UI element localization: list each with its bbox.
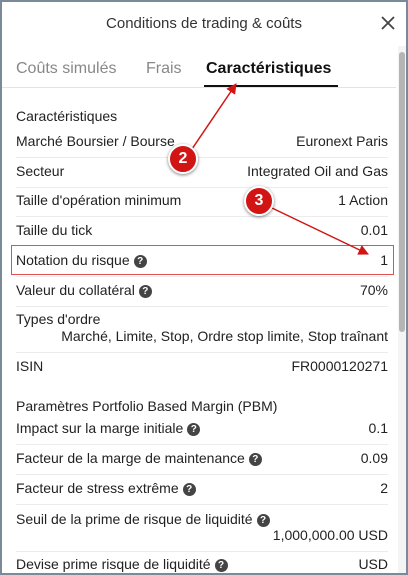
row-min-trade-size: Taille d'opération minimum 1 Action bbox=[16, 189, 388, 211]
row-tick-size: Taille du tick 0.01 bbox=[16, 219, 388, 241]
dialog: Conditions de trading & coûts Coûts simu… bbox=[0, 0, 408, 575]
characteristics-heading: Caractéristiques bbox=[16, 108, 118, 124]
row-liquidity-currency: Devise prime risque de liquidité? USD bbox=[16, 553, 388, 573]
close-icon[interactable] bbox=[380, 15, 396, 31]
dialog-title: Conditions de trading & coûts bbox=[106, 15, 302, 32]
stress-label-group: Facteur de stress extrême? bbox=[16, 477, 196, 499]
collateral-value: 70% bbox=[359, 282, 388, 298]
divider bbox=[16, 352, 388, 353]
maintenance-label: Facteur de la marge de maintenance bbox=[16, 450, 245, 466]
tab-bar: Coûts simulés Frais Caractéristiques bbox=[2, 48, 396, 88]
liquidity-currency-label-group: Devise prime risque de liquidité? bbox=[16, 553, 228, 573]
divider bbox=[16, 216, 388, 217]
collateral-label-group: Valeur du collatéral? bbox=[16, 279, 152, 301]
order-types-value: Marché, Limite, Stop, Ordre stop limite,… bbox=[61, 328, 388, 344]
tick-label: Taille du tick bbox=[16, 222, 93, 238]
collateral-label: Valeur du collatéral bbox=[16, 282, 135, 298]
initial-margin-label: Impact sur la marge initiale bbox=[16, 420, 184, 436]
help-icon[interactable]: ? bbox=[187, 423, 201, 436]
help-icon[interactable]: ? bbox=[138, 285, 152, 298]
row-stress-factor: Facteur de stress extrême? 2 bbox=[16, 477, 388, 499]
pbm-heading: Paramètres Portfolio Based Margin (PBM) bbox=[16, 398, 278, 414]
characteristics-panel: Caractéristiques Marché Boursier / Bours… bbox=[2, 88, 396, 573]
sector-label: Secteur bbox=[16, 163, 65, 179]
stress-label: Facteur de stress extrême bbox=[16, 480, 179, 496]
row-isin: ISIN FR0000120271 bbox=[16, 355, 388, 377]
tab-fees[interactable]: Frais bbox=[146, 60, 182, 78]
liquidity-currency-label: Devise prime risque de liquidité bbox=[16, 556, 211, 572]
help-icon[interactable]: ? bbox=[214, 559, 228, 572]
sector-value: Integrated Oil and Gas bbox=[247, 163, 388, 179]
isin-value: FR0000120271 bbox=[291, 358, 388, 374]
market-label: Marché Boursier / Bourse bbox=[16, 133, 175, 149]
help-icon[interactable]: ? bbox=[248, 453, 262, 466]
min-trade-label: Taille d'opération minimum bbox=[16, 192, 182, 208]
divider bbox=[16, 187, 388, 188]
annotation-marker-2: 2 bbox=[168, 144, 198, 174]
row-maintenance-factor: Facteur de la marge de maintenance? 0.09 bbox=[16, 447, 388, 469]
scrollbar-thumb[interactable] bbox=[399, 52, 405, 332]
annotation-marker-3: 3 bbox=[244, 186, 274, 216]
initial-margin-value: 0.1 bbox=[368, 420, 388, 436]
initial-margin-label-group: Impact sur la marge initiale? bbox=[16, 417, 201, 439]
min-trade-value: 1 Action bbox=[338, 192, 388, 208]
isin-label: ISIN bbox=[16, 358, 44, 374]
divider bbox=[16, 504, 388, 505]
tick-value: 0.01 bbox=[360, 222, 388, 238]
divider bbox=[16, 474, 388, 475]
active-tab-indicator bbox=[204, 85, 338, 87]
maintenance-value: 0.09 bbox=[360, 450, 388, 466]
market-value: Euronext Paris bbox=[296, 133, 388, 149]
row-sector: Secteur Integrated Oil and Gas bbox=[16, 160, 388, 182]
tab-simulated-costs[interactable]: Coûts simulés bbox=[16, 60, 116, 78]
divider bbox=[16, 306, 388, 307]
row-order-types-value: Marché, Limite, Stop, Ordre stop limite,… bbox=[16, 325, 388, 347]
divider bbox=[16, 551, 388, 552]
maintenance-label-group: Facteur de la marge de maintenance? bbox=[16, 447, 262, 469]
stress-value: 2 bbox=[380, 480, 388, 496]
divider bbox=[16, 444, 388, 445]
liquidity-threshold-value: 1,000,000.00 USD bbox=[272, 527, 388, 543]
divider bbox=[16, 276, 388, 277]
row-liquidity-threshold-value: 1,000,000.00 USD bbox=[16, 524, 388, 546]
dialog-header: Conditions de trading & coûts bbox=[2, 2, 406, 46]
tab-characteristics[interactable]: Caractéristiques bbox=[206, 60, 331, 78]
scrollbar-track[interactable] bbox=[398, 46, 406, 573]
risk-rating-highlight-box bbox=[11, 245, 394, 275]
divider bbox=[16, 157, 388, 158]
row-initial-margin: Impact sur la marge initiale? 0.1 bbox=[16, 417, 388, 439]
row-market: Marché Boursier / Bourse Euronext Paris bbox=[16, 130, 388, 152]
row-collateral: Valeur du collatéral? 70% bbox=[16, 279, 388, 301]
help-icon[interactable]: ? bbox=[182, 483, 196, 496]
liquidity-currency-value: USD bbox=[358, 556, 388, 572]
